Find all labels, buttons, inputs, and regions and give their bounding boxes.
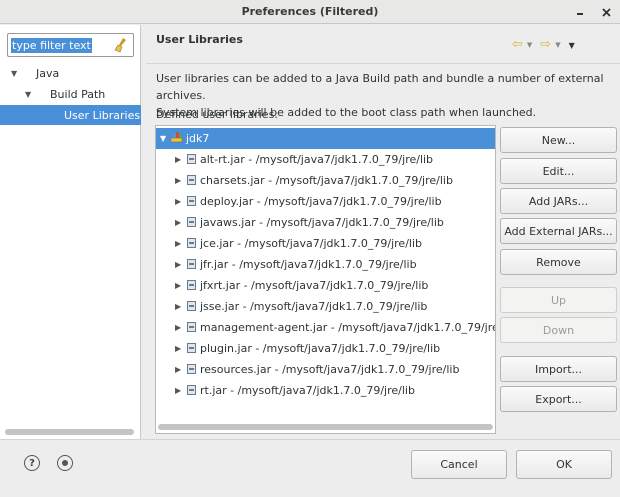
jar-label: jfxrt.jar - /mysoft/java7/jdk1.7.0_79/jr… [200,279,429,292]
down-button[interactable]: Down [500,317,617,343]
forward-dropdown-icon[interactable]: ▼ [555,41,560,49]
oomph-record-icon[interactable] [57,455,73,471]
remove-button[interactable]: Remove [500,249,617,275]
page-title: User Libraries [156,33,243,46]
ok-button[interactable]: OK [516,450,612,479]
user-libraries-tree[interactable]: ▼ jdk7 ▶ alt-rt.jar - /mysoft/java7/jdk1.… [155,125,496,434]
jar-entry[interactable]: ▶ deploy.jar - /mysoft/java7/jdk1.7.0_79/… [156,191,495,212]
expand-arrow-icon[interactable]: ▶ [175,302,181,311]
jar-icon [187,154,196,164]
jar-label: jce.jar - /mysoft/java7/jdk1.7.0_79/jre/… [200,237,422,250]
jar-label: resources.jar - /mysoft/java7/jdk1.7.0_7… [200,363,460,376]
jar-label: javaws.jar - /mysoft/java7/jdk1.7.0_79/j… [200,216,444,229]
jar-icon [187,364,196,374]
jar-entry[interactable]: ▶ rt.jar - /mysoft/java7/jdk1.7.0_79/jre/… [156,380,495,401]
expand-arrow-icon[interactable]: ▶ [175,260,181,269]
new-button[interactable]: New... [500,127,617,153]
jar-label: plugin.jar - /mysoft/java7/jdk1.7.0_79/j… [200,342,441,355]
horizontal-scrollbar[interactable] [5,429,134,435]
up-button[interactable]: Up [500,287,617,313]
minimize-icon[interactable] [571,3,589,21]
preference-tree-panel: type filter text ▼ Java ▼ Build Path Use… [0,25,141,439]
expand-arrow-icon[interactable]: ▶ [175,197,181,206]
forward-arrow-icon[interactable]: ⇨ [540,38,551,51]
jar-label: jsse.jar - /mysoft/java7/jdk1.7.0_79/jre… [200,300,428,313]
jar-entry[interactable]: ▶ jfxrt.jar - /mysoft/java7/jdk1.7.0_79/j… [156,275,495,296]
tree-item-user-libraries[interactable]: User Libraries [0,105,141,125]
tree-item-build-path[interactable]: ▼ Build Path [0,84,141,104]
jar-entry[interactable]: ▶ jsse.jar - /mysoft/java7/jdk1.7.0_79/jr… [156,296,495,317]
tree-item-label: Java [36,66,60,80]
jar-icon [187,280,196,290]
window-title: Preferences (Filtered) [241,5,379,18]
filter-input[interactable]: type filter text [7,33,134,57]
jar-entry[interactable]: ▶ javaws.jar - /mysoft/java7/jdk1.7.0_79/… [156,212,495,233]
expand-arrow-icon[interactable]: ▶ [175,281,181,290]
jar-label: rt.jar - /mysoft/java7/jdk1.7.0_79/jre/l… [200,384,415,397]
export-button[interactable]: Export... [500,386,617,412]
jar-entry[interactable]: ▶ resources.jar - /mysoft/java7/jdk1.7.0_… [156,359,495,380]
filter-placeholder: type filter text [11,37,92,53]
expand-arrow-icon[interactable]: ▼ [25,90,31,99]
add-jars-button[interactable]: Add JARs... [500,188,617,214]
help-glyph: ? [29,457,35,469]
jar-icon [187,259,196,269]
library-root-jdk7[interactable]: ▼ jdk7 [156,128,495,149]
close-icon[interactable] [597,3,615,21]
title-separator [146,63,620,64]
title-bar: Preferences (Filtered) [0,0,620,24]
history-navigation: ⇦ ▼ ⇨ ▼ ▼ [512,38,612,52]
tree-item-label: Build Path [50,87,106,101]
jar-entry[interactable]: ▶ management-agent.jar - /mysoft/java7/jd… [156,317,495,338]
expand-arrow-icon[interactable]: ▼ [11,69,17,78]
clear-filter-icon[interactable] [114,37,128,53]
jar-label: jfr.jar - /mysoft/java7/jdk1.7.0_79/jre/… [200,258,417,271]
horizontal-scrollbar[interactable] [158,424,493,430]
footer-separator [0,439,620,440]
expand-arrow-icon[interactable]: ▶ [175,176,181,185]
back-arrow-icon[interactable]: ⇦ [512,38,523,51]
jar-icon [187,385,196,395]
jar-icon [187,322,196,332]
tree-item-java[interactable]: ▼ Java [0,63,141,83]
view-menu-icon[interactable]: ▼ [569,41,575,50]
jar-icon [187,238,196,248]
jar-icon [187,196,196,206]
record-dot [62,460,68,466]
library-icon [171,132,183,143]
edit-button[interactable]: Edit... [500,158,617,184]
expand-arrow-icon[interactable]: ▶ [175,239,181,248]
expand-arrow-icon[interactable]: ▶ [175,365,181,374]
jar-label: alt-rt.jar - /mysoft/java7/jdk1.7.0_79/j… [200,153,434,166]
expand-arrow-icon[interactable]: ▶ [175,155,181,164]
expand-arrow-icon[interactable]: ▶ [175,323,181,332]
expand-arrow-icon[interactable]: ▶ [175,218,181,227]
help-icon[interactable]: ? [24,455,40,471]
collapse-arrow-icon[interactable]: ▼ [160,134,166,143]
defined-libraries-label: Defined user libraries: [156,108,279,121]
jar-entry[interactable]: ▶ jce.jar - /mysoft/java7/jdk1.7.0_79/jre… [156,233,495,254]
library-label: jdk7 [186,132,210,145]
jar-icon [187,343,196,353]
add-external-jars-button[interactable]: Add External JARs... [500,218,617,244]
import-button[interactable]: Import... [500,356,617,382]
tree-item-label: User Libraries [64,108,141,122]
back-dropdown-icon[interactable]: ▼ [527,41,532,49]
description-line: User libraries can be added to a Java Bu… [156,72,604,102]
jar-label: deploy.jar - /mysoft/java7/jdk1.7.0_79/j… [200,195,442,208]
jar-entry[interactable]: ▶ plugin.jar - /mysoft/java7/jdk1.7.0_79/… [156,338,495,359]
jar-label: charsets.jar - /mysoft/java7/jdk1.7.0_79… [200,174,453,187]
jar-icon [187,217,196,227]
expand-arrow-icon[interactable]: ▶ [175,344,181,353]
jar-entry[interactable]: ▶ charsets.jar - /mysoft/java7/jdk1.7.0_7… [156,170,495,191]
expand-arrow-icon[interactable]: ▶ [175,386,181,395]
jar-icon [187,301,196,311]
jar-label: management-agent.jar - /mysoft/java7/jdk… [200,321,496,334]
jar-entry[interactable]: ▶ jfr.jar - /mysoft/java7/jdk1.7.0_79/jre… [156,254,495,275]
jar-entry[interactable]: ▶ alt-rt.jar - /mysoft/java7/jdk1.7.0_79/… [156,149,495,170]
cancel-button[interactable]: Cancel [411,450,507,479]
jar-icon [187,175,196,185]
